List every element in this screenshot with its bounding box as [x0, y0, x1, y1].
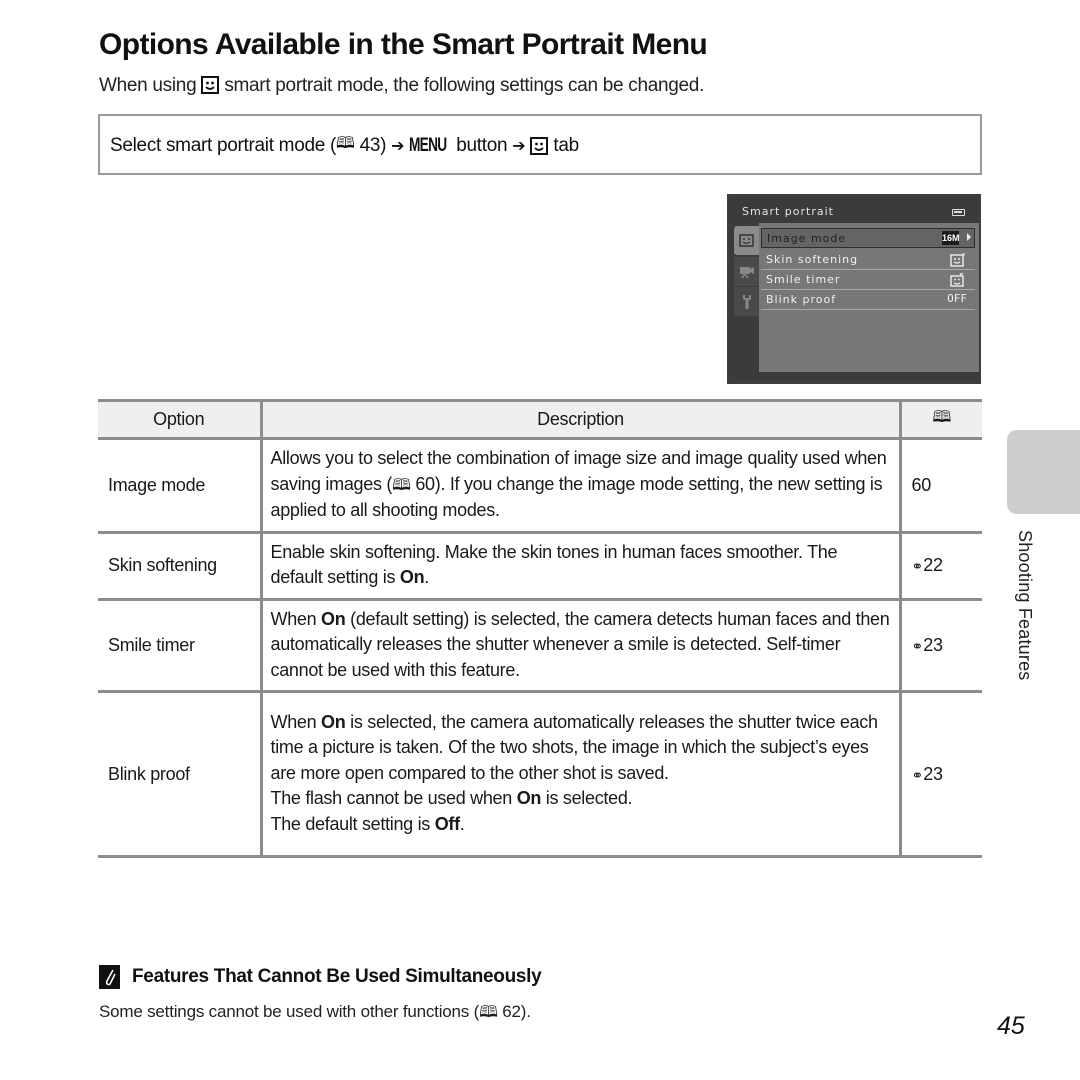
- option-description: Allows you to select the combination of …: [259, 438, 900, 534]
- description-line: The default setting is Off.: [271, 812, 891, 838]
- note-body: Some settings cannot be used with other …: [99, 1001, 531, 1028]
- battery-icon: [952, 209, 965, 216]
- option-description: Enable skin softening. Make the skin ton…: [259, 532, 900, 601]
- camera-menu-item-label: Image mode: [767, 232, 847, 245]
- description-text: The default setting is: [270, 813, 435, 834]
- navigation-path: Select smart portrait mode ( 🕮 43) ➔ MEN…: [110, 132, 579, 159]
- table-row: Smile timer When On (default setting) is…: [98, 599, 982, 693]
- caret-right-icon: [967, 233, 971, 241]
- camera-tab-smart-portrait[interactable]: [734, 226, 759, 255]
- camera-menu-item-label: Smile timer: [766, 273, 841, 286]
- setting-value: On: [399, 567, 425, 587]
- option-description: When On is selected, the camera automati…: [259, 691, 900, 858]
- reference-number: 22: [923, 555, 943, 575]
- camera-menu-tabs: [729, 223, 759, 373]
- navigation-path-box: Select smart portrait mode ( 🕮 43) ➔ MEN…: [98, 114, 982, 175]
- reference-section-icon: ⚭: [911, 766, 924, 783]
- camera-menu-item-skin-softening[interactable]: Skin softening: [761, 250, 975, 270]
- intro-text-end: smart portrait mode, the following setti…: [224, 75, 705, 96]
- intro-text-start: When using: [99, 75, 197, 96]
- smart-portrait-icon: [739, 234, 754, 247]
- camera-menu-title: Smart portrait: [742, 205, 834, 218]
- header-reference: 🕮: [898, 399, 982, 440]
- smile-timer-icon: [950, 272, 964, 287]
- camera-menu-list: Image mode 16M Skin softening Smile time…: [759, 223, 979, 373]
- intro-text: When using smart portrait mode, the foll…: [99, 75, 704, 97]
- paperclip-note-icon: [99, 965, 120, 989]
- description-text: When: [270, 608, 322, 629]
- arrow-right-icon: ➔: [391, 137, 405, 155]
- description-text: The flash cannot be used when: [270, 788, 517, 809]
- table-row: Blink proof When On is selected, the cam…: [98, 691, 982, 858]
- camera-menu-screen: Smart portrait Image mode 16M Skin softe…: [727, 194, 981, 384]
- description-line: The flash cannot be used when On is sele…: [271, 786, 891, 812]
- wrench-icon: [742, 294, 751, 309]
- camera-menu-item-blink-proof[interactable]: Blink proof OFF: [761, 290, 975, 310]
- table-row: Image mode Allows you to select the comb…: [98, 438, 982, 534]
- table-header-row: Option Description 🕮: [98, 399, 982, 440]
- smart-portrait-icon: [201, 76, 220, 94]
- book-icon: 🕮: [932, 409, 952, 426]
- arrow-right-icon: ➔: [512, 137, 526, 155]
- reference-number: 23: [923, 763, 943, 784]
- nav-step-page-ref: 43): [359, 134, 387, 156]
- table-row: Skin softening Enable skin softening. Ma…: [98, 532, 982, 601]
- note-heading: Features That Cannot Be Used Simultaneou…: [99, 965, 542, 989]
- page-reference: ⚭ 22: [898, 532, 982, 601]
- skin-softening-icon: [950, 253, 965, 267]
- setting-value: Off: [434, 813, 460, 834]
- reference-number: 23: [923, 634, 943, 655]
- description-text: .: [424, 567, 429, 587]
- description-text: is selected.: [541, 788, 633, 809]
- book-icon: 🕮: [336, 135, 355, 152]
- header-option: Option: [98, 399, 261, 440]
- page-title: Options Available in the Smart Portrait …: [99, 28, 708, 61]
- setting-value: On: [516, 788, 542, 809]
- nav-step-button: button: [456, 134, 508, 156]
- option-name: Image mode: [98, 438, 261, 534]
- camera-menu-item-smile-timer[interactable]: Smile timer: [761, 270, 975, 290]
- header-description: Description: [259, 399, 900, 440]
- smart-portrait-tab-icon: [530, 136, 549, 155]
- description-text: .: [459, 813, 465, 834]
- description-text: When: [270, 711, 322, 732]
- note-title: Features That Cannot Be Used Simultaneou…: [132, 966, 542, 987]
- nav-step-tab: tab: [553, 134, 579, 156]
- camera-menu-item-value: OFF: [947, 292, 967, 305]
- description-line: When On is selected, the camera automati…: [271, 710, 891, 787]
- camera-menu-item-image-mode[interactable]: Image mode 16M: [761, 228, 975, 248]
- setting-value: On: [321, 711, 346, 732]
- description-text: (default setting) is selected, the camer…: [270, 608, 890, 680]
- camera-tab-movie[interactable]: [734, 257, 759, 286]
- menu-button-label: MENU: [409, 134, 447, 156]
- camera-tab-setup[interactable]: [734, 287, 759, 316]
- section-tab-marker: [1007, 430, 1080, 514]
- page-reference: ⚭ 23: [898, 599, 982, 693]
- book-icon: 🕮: [479, 1004, 498, 1021]
- camera-menu-item-label: Skin softening: [766, 253, 859, 266]
- camera-menu-header: Smart portrait: [729, 196, 979, 223]
- note-body-text: Some settings cannot be used with other …: [99, 1002, 480, 1021]
- book-icon: 🕮: [392, 476, 411, 494]
- setting-value: On: [321, 608, 346, 629]
- camera-menu-item-label: Blink proof: [766, 293, 837, 306]
- camera-menu-footer: [729, 372, 979, 382]
- reference-section-icon: ⚭: [911, 637, 924, 654]
- page-reference: 60: [898, 438, 982, 534]
- option-description: When On (default setting) is selected, t…: [259, 599, 900, 693]
- movie-camera-icon: [739, 266, 754, 278]
- page-reference: ⚭ 23: [898, 691, 982, 858]
- options-table: Option Description 🕮 Image mode Allows y…: [98, 399, 982, 858]
- option-name: Smile timer: [98, 599, 261, 693]
- description-text: Enable skin softening. Make the skin ton…: [270, 541, 838, 588]
- description-text: is selected, the camera automatically re…: [270, 711, 879, 783]
- option-name: Blink proof: [98, 691, 261, 858]
- image-mode-16m-icon: 16M: [942, 231, 960, 245]
- page-number: 45: [997, 1012, 1025, 1040]
- nav-step-select-mode: Select smart portrait mode (: [110, 134, 337, 156]
- reference-section-icon: ⚭: [911, 558, 924, 574]
- section-label: Shooting Features: [1015, 530, 1035, 681]
- note-page-ref: 62).: [502, 1002, 531, 1021]
- option-name: Skin softening: [98, 532, 261, 601]
